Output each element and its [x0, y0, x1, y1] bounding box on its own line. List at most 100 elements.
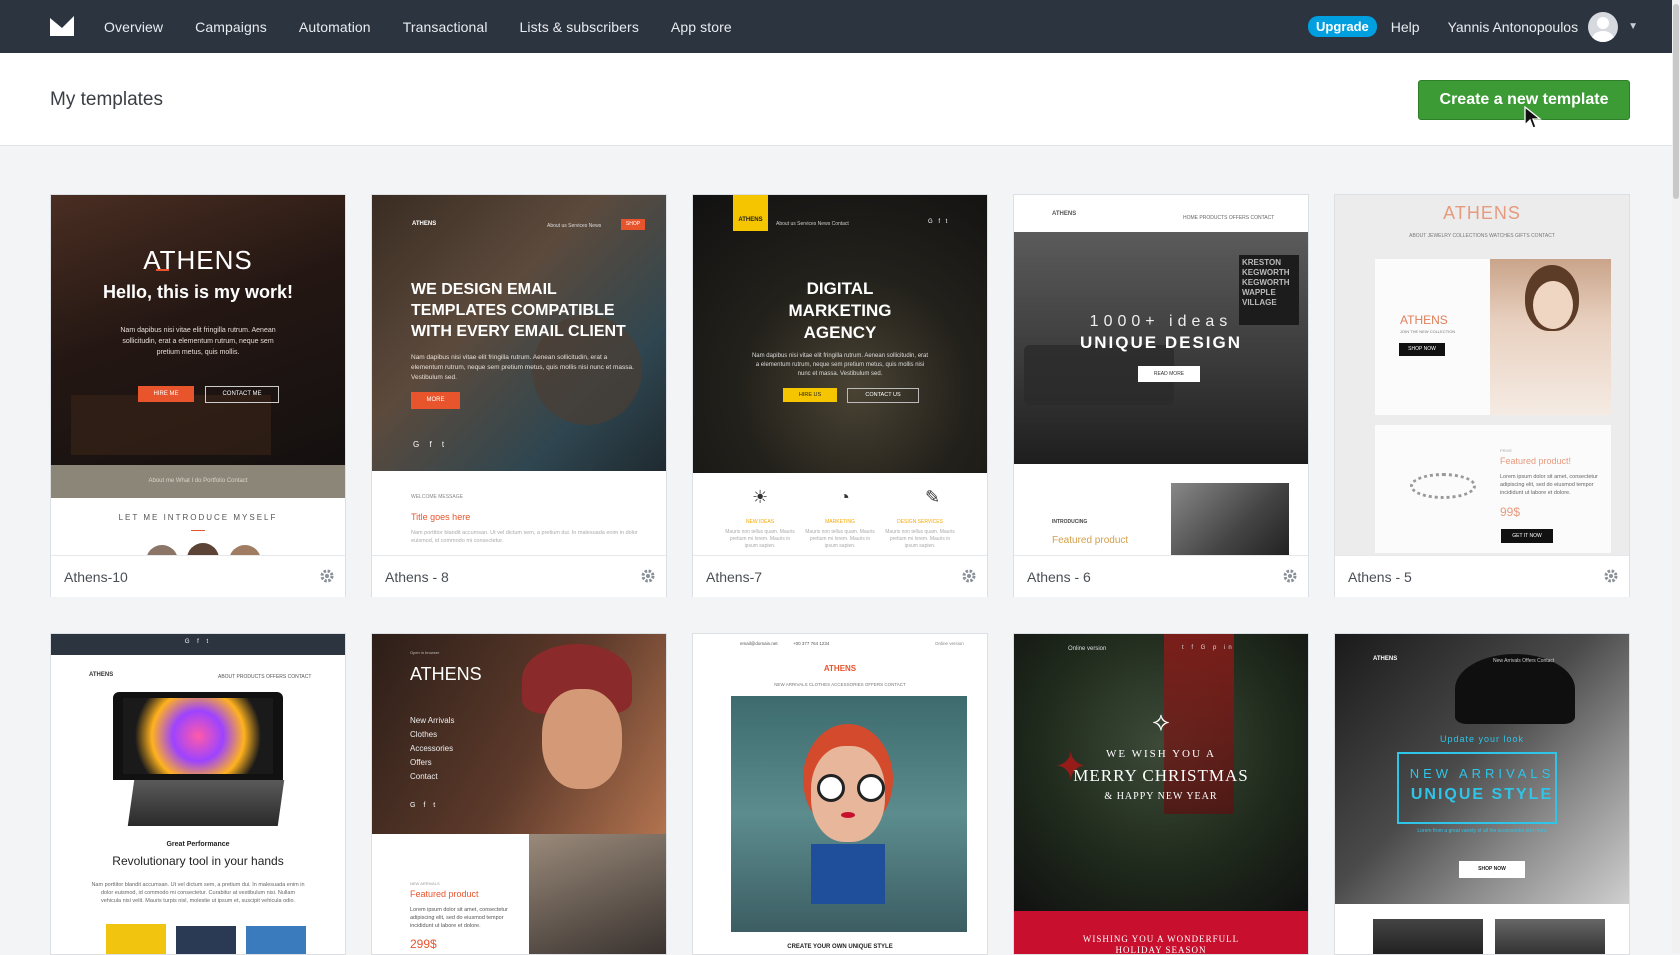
template-feature-text: Mauris non tellus quam. Mauris pretium m…: [885, 529, 955, 549]
template-feature-3: DESIGN SERVICES: [897, 519, 943, 525]
nav-item-app-store[interactable]: App store: [671, 19, 732, 35]
upgrade-button[interactable]: Upgrade: [1308, 16, 1377, 37]
template-name[interactable]: Athens - 8: [385, 569, 449, 585]
template-nav: New Arrivals Offers Contact: [1493, 658, 1555, 664]
template-button: SHOP NOW: [1459, 861, 1525, 878]
gear-icon[interactable]: [319, 568, 335, 584]
gear-icon[interactable]: [1282, 568, 1298, 584]
template-preview[interactable]: ATHENS ABOUT JEWELRY COLLECTIONS WATCHES…: [1335, 195, 1629, 555]
template-featured: Featured product: [410, 889, 479, 899]
template-top-right: Online version: [935, 641, 964, 646]
template-body: Nam dapibus nisi vitae elit fringilla ru…: [120, 327, 276, 356]
template-preview[interactable]: ATHENS About us Services News Contact G …: [693, 195, 987, 555]
template-line3: & HAPPY NEW YEAR: [1104, 791, 1218, 802]
template-brand: ATHENS: [412, 221, 437, 227]
template-headline: Revolutionary tool in your hands: [112, 854, 284, 868]
template-name[interactable]: Athens - 6: [1027, 569, 1091, 585]
nav-item-automation[interactable]: Automation: [299, 19, 371, 35]
gear-icon[interactable]: [640, 568, 656, 584]
template-feature-1: NEW IDEAS: [745, 519, 775, 525]
template-banner: WISHING YOU A WONDERFULL HOLIDAY SEASON: [1082, 934, 1240, 955]
template-menu-item: New Arrivals: [410, 716, 455, 725]
brand-accent: [156, 247, 169, 271]
template-card[interactable]: ATHENS New Arrivals Offers Contact Updat…: [1334, 633, 1630, 955]
template-menu: About me What I do Portfolio Contact: [51, 465, 345, 498]
template-text: Lorem ipsum dolor sit amet, consectetur …: [1500, 474, 1598, 496]
template-label: NEW ARRIVALS: [410, 881, 440, 886]
template-sub: JOIN THE NEW COLLECTION: [1400, 329, 1456, 334]
template-card[interactable]: ATHENS HOME PRODUCTS OFFERS CONTACT KRES…: [1013, 194, 1309, 597]
template-nav: HOME PRODUCTS OFFERS CONTACT: [1183, 215, 1275, 221]
template-featured: Featured product: [1052, 535, 1129, 546]
template-brand: ATHENS: [1443, 203, 1521, 223]
template-price: 299$: [410, 937, 437, 951]
template-line1: NEW ARRIVALS: [1409, 766, 1555, 781]
nav-item-transactional[interactable]: Transactional: [403, 19, 488, 35]
user-name[interactable]: Yannis Antonopoulos: [1448, 19, 1579, 35]
template-feature-2: MARKETING: [825, 519, 855, 525]
user-nav: Upgrade Help Yannis Antonopoulos ▼: [1308, 0, 1638, 53]
page-header: My templates Create a new template: [0, 53, 1672, 146]
template-feature-text: Mauris non tellus quam. Mauris pretium m…: [805, 529, 875, 549]
template-button: READ MORE: [1138, 366, 1200, 382]
template-card[interactable]: Open in browser ATHENS New Arrivals Clot…: [371, 633, 667, 955]
template-nav-button: SHOP: [621, 219, 645, 230]
template-label: INTRODUCING: [1052, 519, 1088, 525]
template-card[interactable]: G f t ATHENS ABOUT PRODUCTS OFFERS CONTA…: [50, 633, 346, 955]
template-title: Title goes here: [411, 512, 471, 522]
template-card[interactable]: ATHENS About us Services News Contact G …: [692, 194, 988, 597]
page-scrollbar[interactable]: [1672, 0, 1680, 953]
template-nav: About us Services News: [547, 223, 602, 229]
template-preview[interactable]: ATHENS HOME PRODUCTS OFFERS CONTACT KRES…: [1014, 195, 1308, 555]
template-email: email@domain.net: [740, 641, 778, 646]
template-line2: UNIQUE STYLE: [1410, 786, 1554, 803]
template-preview[interactable]: ATHENS About us Services News SHOP WE DE…: [372, 195, 666, 555]
template-kicker: Great Performance: [166, 841, 230, 848]
template-card-footer: Athens-10: [51, 555, 345, 597]
template-preview[interactable]: ATHENS Hello, this is my work! Nam dapib…: [51, 195, 345, 555]
template-menu-item: Contact: [410, 772, 438, 781]
template-brand: ATHENS: [1052, 211, 1077, 217]
nav-item-overview[interactable]: Overview: [104, 19, 163, 35]
template-button-primary: HIRE ME: [138, 386, 194, 402]
template-card[interactable]: ATHENS ABOUT JEWELRY COLLECTIONS WATCHES…: [1334, 194, 1630, 597]
template-headline: WE DESIGN EMAIL TEMPLATES COMPATIBLE WIT…: [411, 281, 626, 340]
chevron-down-icon[interactable]: ▼: [1628, 21, 1638, 32]
template-text: Nam porttitor blandit accumsan. Ut vel d…: [411, 530, 638, 544]
template-button-secondary: CONTACT ME: [205, 386, 279, 403]
template-line1: WE WISH YOU A: [1105, 748, 1217, 760]
template-name[interactable]: Athens-7: [706, 569, 762, 585]
template-intro: LET ME INTRODUCE MYSELF: [118, 513, 278, 522]
cursor-icon: [1524, 106, 1542, 129]
template-line1: 1000+ ideas: [1089, 313, 1233, 330]
logo-icon[interactable]: [50, 16, 74, 36]
nav-item-campaigns[interactable]: Campaigns: [195, 19, 267, 35]
template-name[interactable]: Athens - 5: [1348, 569, 1412, 585]
template-name[interactable]: Athens-10: [64, 569, 128, 585]
template-card[interactable]: email@domain.net +00 377 764 1234 Online…: [692, 633, 988, 955]
template-button: SHOP NOW: [1399, 343, 1445, 356]
template-card[interactable]: ATHENS Hello, this is my work! Nam dapib…: [50, 194, 346, 597]
template-menu-item: Accessories: [410, 744, 454, 753]
scrollbar-thumb[interactable]: [1673, 4, 1679, 199]
template-text: Lorem ipsum dolor sit amet, consectetur …: [410, 907, 508, 929]
template-button-primary: HIRE US: [783, 388, 837, 402]
template-button-2: GET IT NOW: [1501, 529, 1553, 543]
template-kicker: Update your look: [1439, 734, 1525, 744]
template-phone: +00 377 764 1234: [793, 641, 830, 646]
template-top: Online version: [1068, 646, 1107, 652]
nav-item-lists-subscribers[interactable]: Lists & subscribers: [520, 19, 639, 35]
gear-icon[interactable]: [1603, 568, 1619, 584]
template-nav: NEW ARRIVALS CLOTHES ACCESSORIES OFFERS …: [774, 682, 906, 687]
template-card-footer: Athens - 5: [1335, 555, 1629, 597]
template-card[interactable]: ✦ Online version t f G p in ⟡ WE WISH YO…: [1013, 633, 1309, 955]
template-button-secondary: CONTACT US: [847, 388, 919, 403]
gear-icon[interactable]: [961, 568, 977, 584]
template-brand: ATHENS: [89, 672, 114, 678]
avatar[interactable]: [1588, 11, 1619, 42]
help-link[interactable]: Help: [1391, 19, 1420, 35]
template-brand: ATHENS: [410, 664, 482, 684]
template-card[interactable]: ATHENS About us Services News SHOP WE DE…: [371, 194, 667, 597]
template-label: PRIVE: [1500, 448, 1513, 453]
template-menu: New Arrivals Clothes Accessories Offers …: [410, 714, 454, 784]
